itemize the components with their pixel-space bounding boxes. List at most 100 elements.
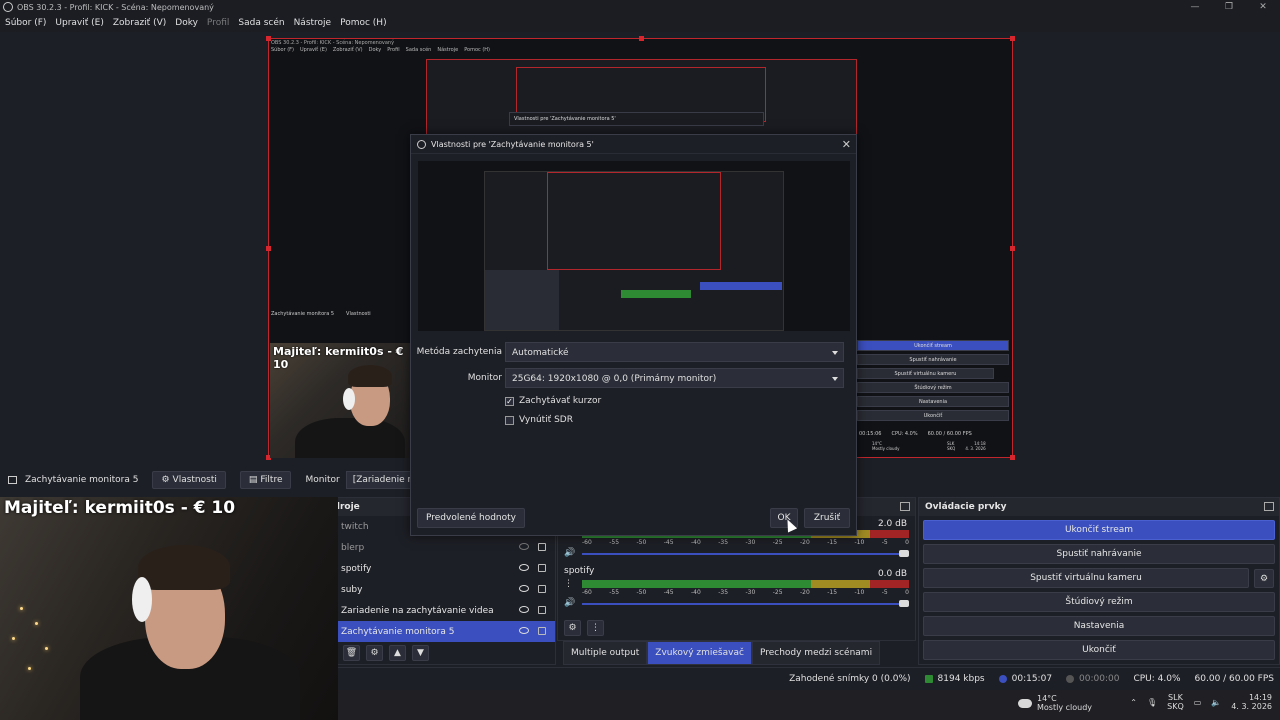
studio-mode-button[interactable]: Štúdiový režim <box>923 592 1275 612</box>
speaker-icon[interactable]: 🔊 <box>564 548 575 558</box>
lock-icon[interactable] <box>538 543 546 551</box>
monitor-value: 25G64: 1920x1080 @ 0,0 (Primárny monitor… <box>512 374 717 384</box>
force-sdr-checkbox[interactable] <box>505 415 514 425</box>
nested-weather-desc: Mostly cloudy <box>872 446 900 451</box>
cancel-button[interactable]: Zrušiť <box>804 508 850 528</box>
weather-text: 14°C Mostly cloudy <box>1037 694 1092 712</box>
stream-time: 00:15:07 <box>1011 673 1053 684</box>
menu-help[interactable]: Pomoc (H) <box>340 18 387 28</box>
move-up-icon[interactable]: ▲ <box>389 645 406 661</box>
close-icon[interactable]: ✕ <box>1246 0 1280 14</box>
filters-button[interactable]: ▤ Filtre <box>239 471 292 489</box>
volume-icon[interactable]: 🔈 <box>1211 698 1221 707</box>
capture-method-select[interactable]: Automatické <box>505 342 844 362</box>
volume-slider[interactable] <box>582 600 909 607</box>
source-item-label: twitch <box>341 521 369 532</box>
menu-file[interactable]: Súbor (F) <box>5 18 46 28</box>
virtual-camera-settings-icon[interactable]: ⚙ <box>1254 569 1274 588</box>
headphones-icon <box>132 577 152 622</box>
network-icon[interactable]: ▭ <box>1194 698 1202 707</box>
nested-status-item: 00:15:06 <box>859 431 882 437</box>
source-item[interactable]: Zariadenie na zachytávanie videa <box>321 600 555 621</box>
source-item[interactable]: spotify <box>321 558 555 579</box>
stop-stream-button[interactable]: Ukončiť stream <box>923 520 1275 540</box>
source-item[interactable]: blerp <box>321 537 555 558</box>
clock[interactable]: 14:19 4. 3. 2026 <box>1231 693 1272 711</box>
nested-window-title: OBS 30.2.3 - Profil: KICK - Scéna: Nepom… <box>271 40 395 46</box>
eye-icon[interactable] <box>519 585 529 592</box>
sources-footer: 🗑 ⚙ ▲ ▼ <box>321 642 555 664</box>
properties-dialog: Vlastnosti pre 'Zachytávanie monitora 5'… <box>410 134 857 536</box>
weather-widget[interactable]: 14°C Mostly cloudy <box>1018 694 1092 712</box>
tab-audio-mixer[interactable]: Zvukový zmiešavač <box>647 641 752 665</box>
dialog-title: Vlastnosti pre 'Zachytávanie monitora 5' <box>431 139 594 149</box>
source-item-selected[interactable]: Zachytávanie monitora 5 <box>321 621 555 642</box>
tab-scene-transitions[interactable]: Prechody medzi scénami <box>751 641 881 665</box>
remove-source-icon[interactable]: 🗑 <box>343 645 360 661</box>
menu-tools[interactable]: Nástroje <box>294 18 332 28</box>
dialog-close-icon[interactable]: ✕ <box>842 138 851 151</box>
dock-float-icon[interactable] <box>900 502 910 511</box>
eye-icon[interactable] <box>519 606 529 613</box>
system-tray: ⌃ 🎙 SLK SKQ ▭ 🔈 14:19 4. 3. 2026 <box>1130 693 1272 711</box>
eye-icon[interactable] <box>519 627 529 634</box>
capture-cursor-row[interactable]: ✓ Zachytávať kurzor <box>505 396 601 406</box>
menu-view[interactable]: Zobraziť (V) <box>113 18 166 28</box>
capture-cursor-checkbox[interactable]: ✓ <box>505 396 514 406</box>
eye-hidden-icon[interactable] <box>519 543 529 550</box>
nested-status-bar: 00:15:06 CPU: 4.0% 60.00 / 60.00 FPS <box>859 431 972 437</box>
advanced-audio-icon[interactable]: ⚙ <box>564 620 581 636</box>
start-virtual-camera-button[interactable]: Spustiť virtuálnu kameru <box>923 568 1249 588</box>
properties-button[interactable]: ⚙ Vlastnosti <box>152 471 226 489</box>
record-time-status: 00:00:00 <box>1066 674 1119 684</box>
nested-menu-item: Doky <box>368 47 382 53</box>
options-icon[interactable]: ⋮ <box>564 579 573 589</box>
dock-float-icon[interactable] <box>1264 502 1274 511</box>
settings-button[interactable]: Nastavenia <box>923 616 1275 636</box>
menu-profile[interactable]: Profil <box>207 18 229 28</box>
lock-icon[interactable] <box>538 564 546 572</box>
nested-control-button: Spustiť virtuálnu kameru <box>857 368 994 379</box>
mixer-channel: spotify 0.0 dB ⋮ -60 -55 -50 -45 -40 -35 -30 -2… <box>558 566 915 616</box>
move-down-icon[interactable]: ▼ <box>412 645 429 661</box>
source-properties-icon[interactable]: ⚙ <box>366 645 383 661</box>
microphone-icon[interactable]: 🎙 <box>1147 698 1157 707</box>
start-recording-button[interactable]: Spustiť nahrávanie <box>923 544 1275 564</box>
dialog-preview-nested-panel <box>485 270 559 330</box>
maximize-icon[interactable]: ❐ <box>1212 0 1246 14</box>
language-indicator[interactable]: SLK SKQ <box>1167 693 1184 711</box>
force-sdr-row[interactable]: Vynútiť SDR <box>505 415 573 425</box>
controls-title: Ovládacie prvky <box>925 502 1007 512</box>
webcam-overlay: Majiteľ: kermiit0s - € 10 <box>0 497 338 720</box>
eye-icon[interactable] <box>519 564 529 571</box>
nested-webcam-caption: Majiteľ: kermiit0s - € 10 <box>273 345 404 371</box>
tab-multiple-output[interactable]: Multiple output <box>563 641 648 665</box>
capture-method-label: Metóda zachytenia <box>416 347 502 357</box>
resize-handle[interactable] <box>639 36 644 41</box>
exit-button[interactable]: Ukončiť <box>923 640 1275 660</box>
chevron-up-icon[interactable]: ⌃ <box>1130 698 1137 707</box>
volume-slider-knob[interactable] <box>899 550 909 557</box>
menu-docks[interactable]: Doky <box>175 18 198 28</box>
nested-control-button: Ukončiť stream <box>857 340 1009 351</box>
monitor-select[interactable]: 25G64: 1920x1080 @ 0,0 (Primárny monitor… <box>505 368 844 388</box>
dialog-preview-nested-frame <box>547 172 721 270</box>
defaults-button[interactable]: Predvolené hodnoty <box>417 508 525 528</box>
menu-edit[interactable]: Upraviť (E) <box>55 18 103 28</box>
source-item[interactable]: suby <box>321 579 555 600</box>
volume-slider[interactable] <box>582 550 909 557</box>
menu-scene-collection[interactable]: Sada scén <box>238 18 284 28</box>
volume-slider-knob[interactable] <box>899 600 909 607</box>
lock-icon[interactable] <box>538 606 546 614</box>
speaker-icon[interactable]: 🔊 <box>564 598 575 608</box>
resize-handle[interactable] <box>1010 455 1015 460</box>
lock-icon[interactable] <box>538 585 546 593</box>
monitor-icon <box>8 476 17 484</box>
chevron-down-icon <box>832 377 838 381</box>
resize-handle[interactable] <box>1010 246 1015 251</box>
resize-handle[interactable] <box>1010 36 1015 41</box>
resize-handle[interactable] <box>266 246 271 251</box>
lock-icon[interactable] <box>538 627 546 635</box>
mixer-menu-icon[interactable]: ⋮ <box>587 620 604 636</box>
minimize-icon[interactable]: — <box>1178 0 1212 14</box>
